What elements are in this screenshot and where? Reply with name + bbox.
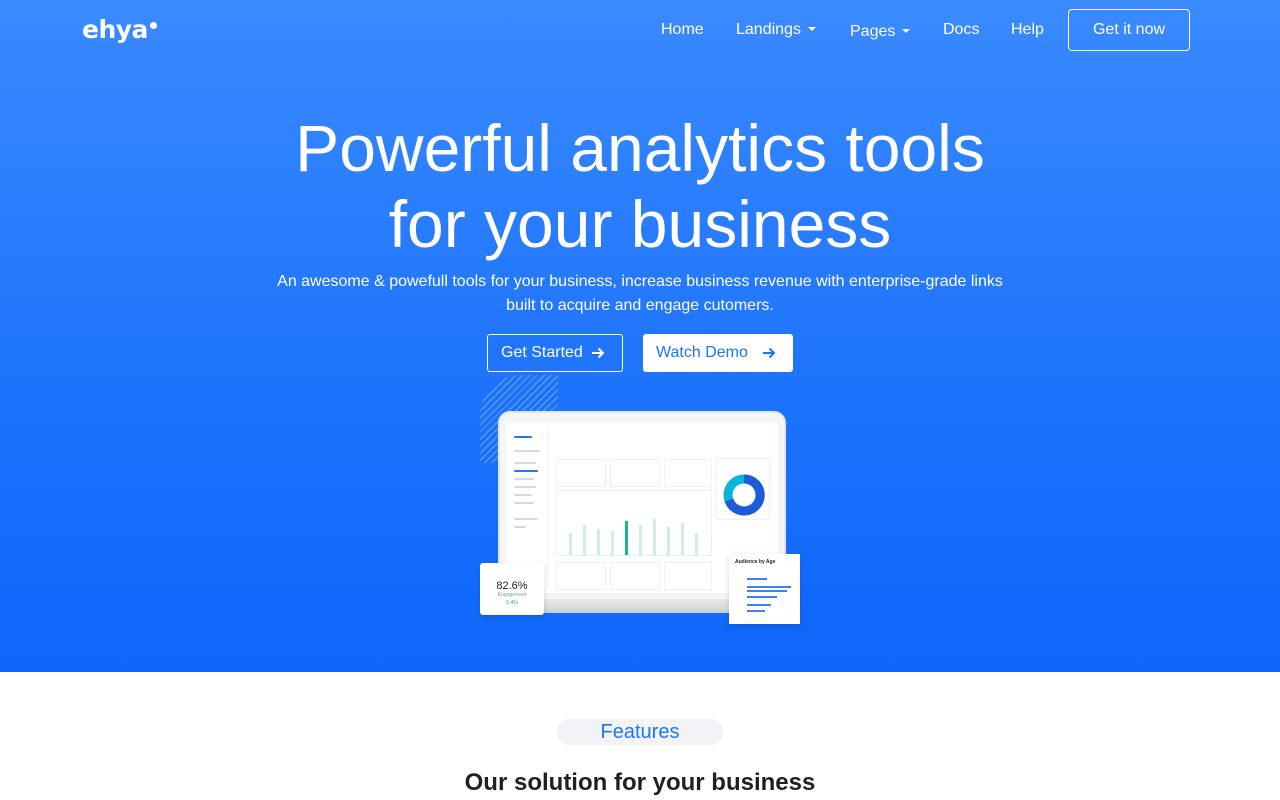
- mockup-donut-card: [716, 458, 770, 520]
- logo-text: ehya: [82, 15, 148, 44]
- nav-item-label: Home: [661, 21, 704, 38]
- hero-title-line2: for your business: [388, 187, 892, 261]
- hero-title: Powerful analytics tools for your busine…: [0, 110, 1280, 262]
- nav-item-help[interactable]: Help: [1011, 19, 1044, 41]
- watch-demo-button[interactable]: Watch Demo: [643, 334, 793, 372]
- audience-by-age-title: Audience by Age: [735, 559, 776, 565]
- features-pill: Features: [557, 719, 723, 745]
- engagement-change: 5.4%: [506, 600, 518, 606]
- mockup-stat-card: [556, 562, 606, 590]
- caret-down-icon: [807, 27, 816, 31]
- get-started-button[interactable]: Get Started: [487, 334, 623, 372]
- hero-subtitle: An awesome & powefull tools for your bus…: [277, 273, 1003, 314]
- mockup-stat-card: [610, 459, 660, 487]
- mockup-stat-card: [610, 562, 660, 590]
- engagement-label: Engagement: [497, 592, 527, 598]
- nav-item-label: Help: [1011, 21, 1044, 38]
- get-it-now-button[interactable]: Get it now: [1068, 9, 1190, 51]
- nav-item-pages[interactable]: Pages: [850, 21, 911, 43]
- mockup-stat-card: [664, 459, 712, 487]
- get-it-now-label: Get it now: [1092, 21, 1166, 38]
- nav-item-label: Pages: [850, 23, 896, 40]
- logo[interactable]: ehya: [82, 14, 157, 46]
- engagement-card: 82.6% Engagement 5.4%: [480, 563, 544, 615]
- watch-demo-label: Watch Demo: [656, 344, 748, 361]
- hero-section: ehya Home Landings Pages Docs Help Get i…: [0, 0, 1280, 672]
- hero-title-line1: Powerful analytics tools: [295, 111, 985, 185]
- arrow-right-icon: [591, 346, 605, 360]
- engagement-value: 82.6%: [496, 580, 528, 592]
- get-started-label: Get Started: [501, 344, 583, 361]
- nav-item-docs[interactable]: Docs: [943, 19, 979, 41]
- caret-down-icon: [902, 29, 911, 33]
- navbar: ehya Home Landings Pages Docs Help Get i…: [0, 0, 1280, 60]
- mockup-growth-chart: [556, 490, 712, 556]
- logo-dot: [149, 22, 157, 29]
- arrow-right-icon: [762, 346, 776, 360]
- nav-item-label: Landings: [736, 21, 801, 38]
- nav-item-landings[interactable]: Landings: [736, 19, 816, 41]
- nav-item-label: Docs: [943, 21, 980, 38]
- audience-by-age-card: Audience by Age: [729, 554, 800, 624]
- nav-item-home[interactable]: Home: [661, 19, 704, 41]
- mockup-stat-card: [664, 562, 712, 590]
- features-heading: Our solution for your business: [464, 769, 816, 796]
- mockup-stat-card: [556, 459, 606, 487]
